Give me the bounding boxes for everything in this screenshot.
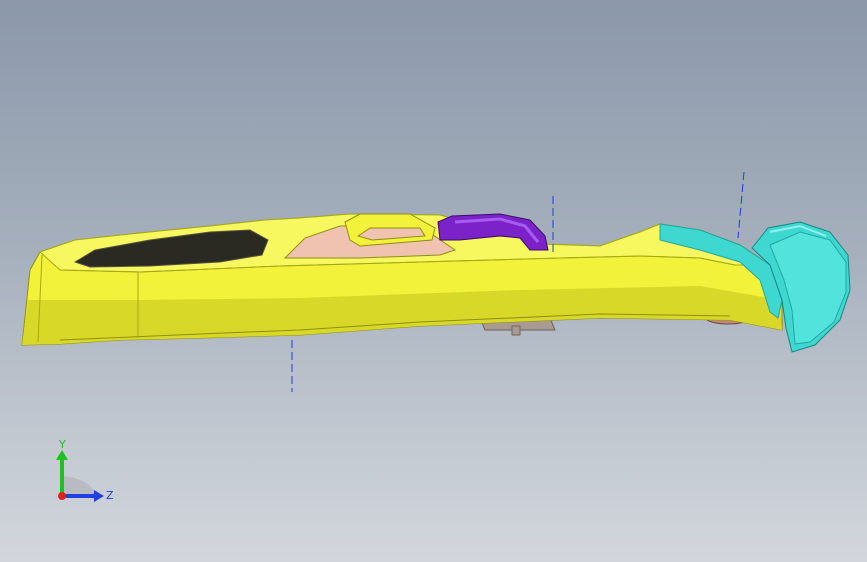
triad-xz-plane — [62, 476, 96, 494]
axis-triad[interactable]: Y Z — [40, 438, 120, 518]
x-axis-dot — [58, 492, 66, 500]
underside-boss — [511, 325, 521, 336]
y-axis-label: Y — [58, 438, 66, 451]
z-axis-label: Z — [106, 489, 114, 502]
cad-viewport[interactable] — [0, 0, 867, 562]
y-axis-arrow — [56, 450, 68, 460]
z-axis-arrow — [94, 490, 104, 502]
centerline-rear — [737, 171, 745, 239]
